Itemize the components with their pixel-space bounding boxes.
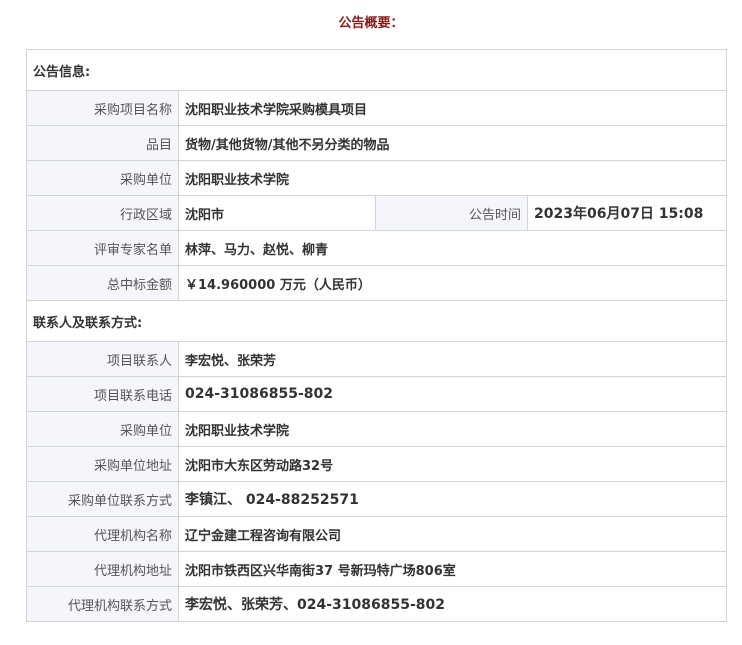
table-row: 评审专家名单 林萍、马力、赵悦、柳青 <box>26 230 728 266</box>
purchaser-value: 沈阳职业技术学院 <box>177 160 728 196</box>
project-phone-value: 024-31086855-802 <box>177 376 728 412</box>
experts-value: 林萍、马力、赵悦、柳青 <box>177 230 728 266</box>
project-phone-label: 项目联系电话 <box>26 376 179 412</box>
project-contact-value: 李宏悦、张荣芳 <box>177 341 728 377</box>
purchaser-label: 采购单位 <box>26 160 179 196</box>
agency-address-label: 代理机构地址 <box>26 551 179 587</box>
project-contact-label: 项目联系人 <box>26 341 179 377</box>
section-heading-notice-info: 公告信息: <box>25 49 728 91</box>
section-row-contacts: 联系人及联系方式: <box>25 300 728 342</box>
category-value: 货物/其他货物/其他不另分类的物品 <box>177 125 728 161</box>
agency-name-label: 代理机构名称 <box>26 516 179 552</box>
project-name-label: 采购项目名称 <box>26 90 179 126</box>
table-row: 行政区域 沈阳市 公告时间 2023年06月07日 15:08 <box>26 195 728 231</box>
agency-name-value: 辽宁金建工程咨询有限公司 <box>177 516 728 552</box>
contact-purchaser-label: 采购单位 <box>26 411 179 447</box>
table-row: 采购单位 沈阳职业技术学院 <box>26 160 728 196</box>
region-value: 沈阳市 <box>178 195 376 231</box>
purchaser-contact-label: 采购单位联系方式 <box>26 481 179 517</box>
purchaser-address-value: 沈阳市大东区劳动路32号 <box>177 446 728 482</box>
region-label: 行政区域 <box>26 195 179 231</box>
contact-purchaser-value: 沈阳职业技术学院 <box>177 411 728 447</box>
agency-contact-label: 代理机构联系方式 <box>26 586 179 622</box>
total-amount-label: 总中标金额 <box>26 265 179 301</box>
page-title: 公告概要： <box>338 16 404 31</box>
agency-address-value: 沈阳市铁西区兴华南街37 号新玛特广场806室 <box>177 551 728 587</box>
purchaser-address-label: 采购单位地址 <box>26 446 179 482</box>
table-row: 采购单位 沈阳职业技术学院 <box>26 411 728 447</box>
publish-time-label: 公告时间 <box>375 195 528 231</box>
agency-contact-value: 李宏悦、张荣芳、024-31086855-802 <box>177 586 728 622</box>
notice-summary-table: 公告信息: 采购项目名称 沈阳职业技术学院采购模具项目 品目 货物/其他货物/其… <box>25 49 728 622</box>
table-row: 采购单位联系方式 李镇江、 024-88252571 <box>26 481 728 517</box>
section-heading-contacts: 联系人及联系方式: <box>25 300 728 342</box>
table-row: 采购单位地址 沈阳市大东区劳动路32号 <box>26 446 728 482</box>
section-row-notice-info: 公告信息: <box>25 49 728 91</box>
project-name-value: 沈阳职业技术学院采购模具项目 <box>177 90 728 126</box>
publish-time-value: 2023年06月07日 15:08 <box>526 195 728 231</box>
table-row: 项目联系人 李宏悦、张荣芳 <box>26 341 728 377</box>
table-row: 代理机构联系方式 李宏悦、张荣芳、024-31086855-802 <box>26 586 728 622</box>
purchaser-contact-value: 李镇江、 024-88252571 <box>177 481 728 517</box>
table-row: 采购项目名称 沈阳职业技术学院采购模具项目 <box>26 90 728 126</box>
table-row: 项目联系电话 024-31086855-802 <box>26 376 728 412</box>
table-row: 品目 货物/其他货物/其他不另分类的物品 <box>26 125 728 161</box>
experts-label: 评审专家名单 <box>26 230 179 266</box>
category-label: 品目 <box>26 125 179 161</box>
table-row: 总中标金额 ￥14.960000 万元（人民币） <box>26 265 728 301</box>
table-row: 代理机构地址 沈阳市铁西区兴华南街37 号新玛特广场806室 <box>26 551 728 587</box>
total-amount-value: ￥14.960000 万元（人民币） <box>177 265 728 301</box>
table-row: 代理机构名称 辽宁金建工程咨询有限公司 <box>26 516 728 552</box>
